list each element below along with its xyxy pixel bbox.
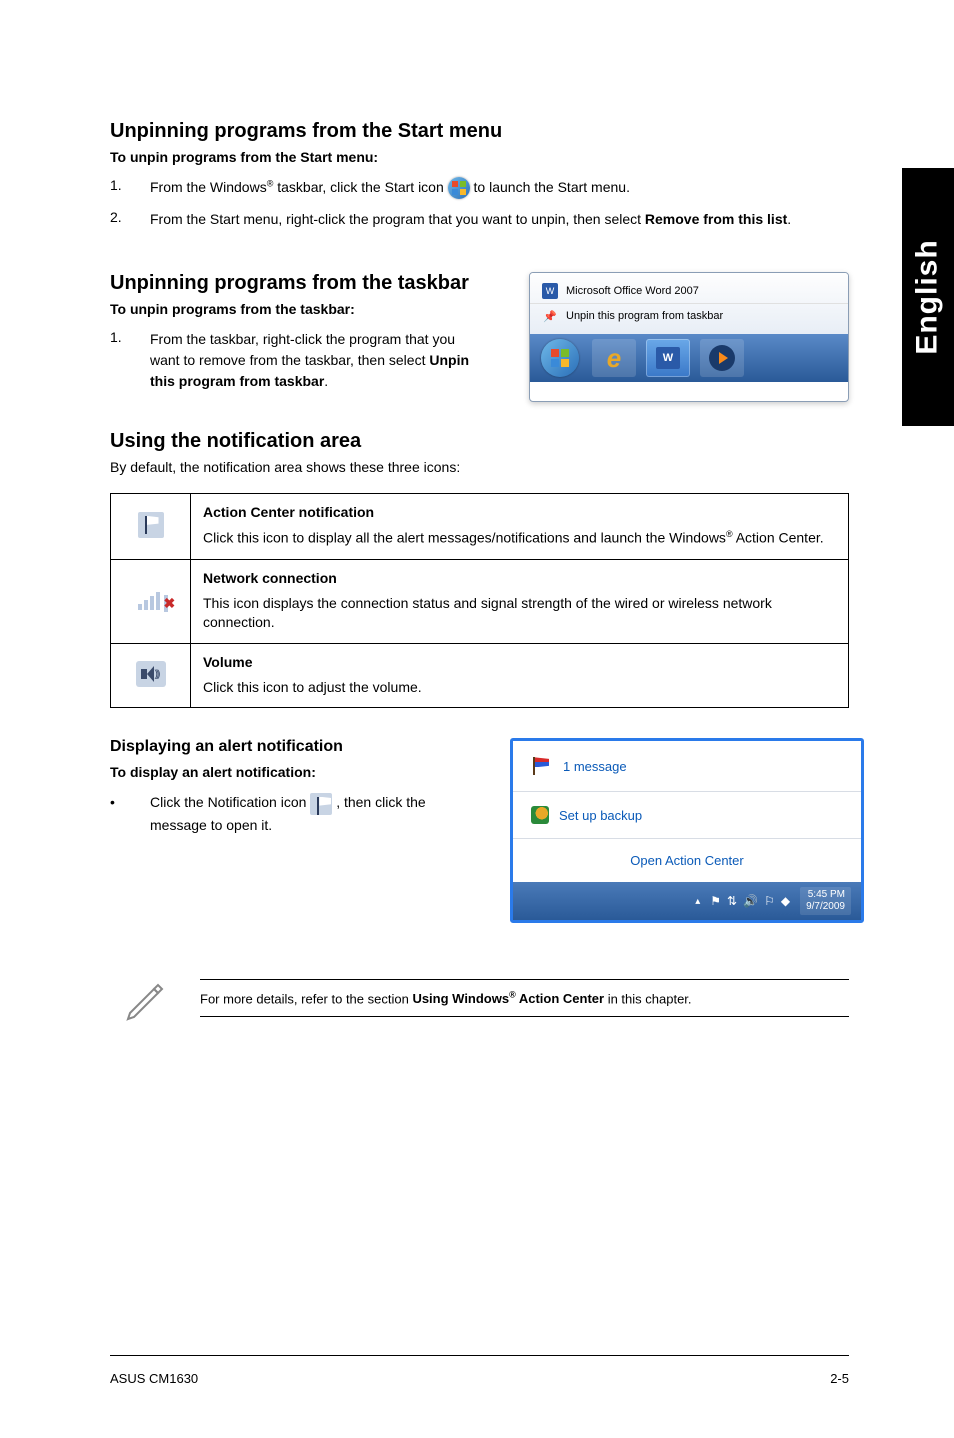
step-1: 1. From the taskbar, right-click the pro…	[110, 329, 480, 392]
sub-heading-alert: Displaying an alert notification	[110, 738, 480, 756]
bullet-text: Click the Notification icon , then click…	[150, 792, 480, 835]
pencil-icon	[120, 973, 170, 1023]
notif-open-action-center[interactable]: Open Action Center	[513, 839, 861, 882]
taskbar-wmp-button[interactable]	[700, 339, 744, 377]
note-box: For more details, refer to the section U…	[110, 973, 849, 1023]
page-content: Unpinning programs from the Start menu T…	[0, 0, 954, 1023]
notif-message-row[interactable]: 1 message	[513, 741, 861, 792]
desc-cell: Volume Click this icon to adjust the vol…	[191, 643, 849, 708]
notification-icon	[310, 793, 332, 815]
table-row: ))) Volume Click this icon to adjust the…	[111, 643, 849, 708]
intro-text: By default, the notification area shows …	[110, 459, 849, 475]
step-2: 2. From the Start menu, right-click the …	[110, 209, 849, 230]
sub-bold-alert: To display an alert notification:	[110, 764, 480, 780]
step-number: 2.	[110, 209, 150, 230]
taskbar: e W	[530, 334, 848, 382]
icon-cell: )))	[111, 643, 191, 708]
tray-extra-icon[interactable]: ◆	[781, 894, 790, 908]
word-icon: W	[542, 283, 558, 299]
menu-item-word[interactable]: W Microsoft Office Word 2007	[530, 279, 848, 304]
taskbar-word-button[interactable]: W	[646, 339, 690, 377]
icon-cell: ✖	[111, 559, 191, 643]
icons-table: Action Center notification Click this ic…	[110, 493, 849, 708]
table-row: ✖ Network connection This icon displays …	[111, 559, 849, 643]
screenshot-notification-popup: 1 message Set up backup Open Action Cent…	[510, 738, 864, 923]
tray-notification-icon[interactable]: ⚐	[764, 894, 775, 908]
wmp-icon	[709, 345, 735, 371]
language-label: English	[911, 239, 945, 354]
tray-network-icon[interactable]: ⇅	[727, 894, 737, 908]
word-icon: W	[656, 347, 680, 369]
tray-icons: ⚑ ⇅ 🔊 ⚐ ◆	[710, 894, 790, 908]
footer-divider	[110, 1355, 849, 1356]
step-number: 1.	[110, 329, 150, 392]
step-text: From the taskbar, right-click the progra…	[150, 329, 480, 392]
action-center-icon	[138, 512, 164, 538]
language-tab: English	[902, 168, 954, 426]
icon-cell	[111, 494, 191, 559]
heading-notification: Using the notification area	[110, 430, 849, 453]
sub-unpin-start: To unpin programs from the Start menu:	[110, 149, 849, 165]
heading-unpin-taskbar: Unpinning programs from the taskbar	[110, 272, 480, 295]
footer-page-number: 2-5	[830, 1371, 849, 1386]
backup-icon	[531, 806, 549, 824]
tray-volume-icon[interactable]: 🔊	[743, 894, 758, 908]
flag-icon	[531, 755, 553, 777]
table-row: Action Center notification Click this ic…	[111, 494, 849, 559]
step-text: From the Windows® taskbar, click the Sta…	[150, 177, 849, 199]
tray-chevron-icon[interactable]: ▴	[695, 896, 700, 907]
step-1: 1. From the Windows® taskbar, click the …	[110, 177, 849, 199]
start-icon	[541, 339, 579, 377]
footer-product: ASUS CM1630	[110, 1371, 198, 1386]
section-alert-notification: Displaying an alert notification To disp…	[110, 738, 849, 923]
reg-mark: ®	[509, 990, 516, 1000]
volume-icon: )))	[136, 661, 166, 687]
notif-backup-row[interactable]: Set up backup	[513, 792, 861, 839]
menu-item-unpin[interactable]: 📌 Unpin this program from taskbar	[530, 304, 848, 328]
taskbar-ie-button[interactable]: e	[592, 339, 636, 377]
screenshot-taskbar-menu: W Microsoft Office Word 2007 📌 Unpin thi…	[529, 272, 849, 402]
tray-clock[interactable]: 5:45 PM 9/7/2009	[800, 887, 851, 915]
step-text: From the Start menu, right-click the pro…	[150, 209, 849, 230]
page-footer: ASUS CM1630 2-5	[0, 1371, 954, 1386]
sub-unpin-taskbar: To unpin programs from the taskbar:	[110, 301, 480, 317]
step-number: 1.	[110, 177, 150, 199]
heading-unpin-start: Unpinning programs from the Start menu	[110, 120, 849, 143]
network-icon: ✖	[138, 590, 164, 610]
section-unpin-start: Unpinning programs from the Start menu T…	[110, 120, 849, 230]
context-menu: W Microsoft Office Word 2007 📌 Unpin thi…	[530, 273, 848, 334]
section-unpin-taskbar: Unpinning programs from the taskbar To u…	[110, 272, 849, 402]
bullet-dot: •	[110, 792, 150, 835]
start-icon	[448, 177, 470, 199]
taskbar-start-button[interactable]	[538, 339, 582, 377]
tray-flag-icon[interactable]: ⚑	[710, 894, 721, 908]
desc-cell: Action Center notification Click this ic…	[191, 494, 849, 559]
note-text: For more details, refer to the section U…	[200, 979, 849, 1017]
system-tray: ▴ ⚑ ⇅ 🔊 ⚐ ◆ 5:45 PM 9/7/2009	[513, 882, 861, 920]
bullet-item: • Click the Notification icon , then cli…	[110, 792, 480, 835]
reg-mark: ®	[726, 529, 733, 539]
unpin-icon: 📌	[542, 308, 558, 324]
section-notification-area: Using the notification area By default, …	[110, 430, 849, 708]
desc-cell: Network connection This icon displays th…	[191, 559, 849, 643]
